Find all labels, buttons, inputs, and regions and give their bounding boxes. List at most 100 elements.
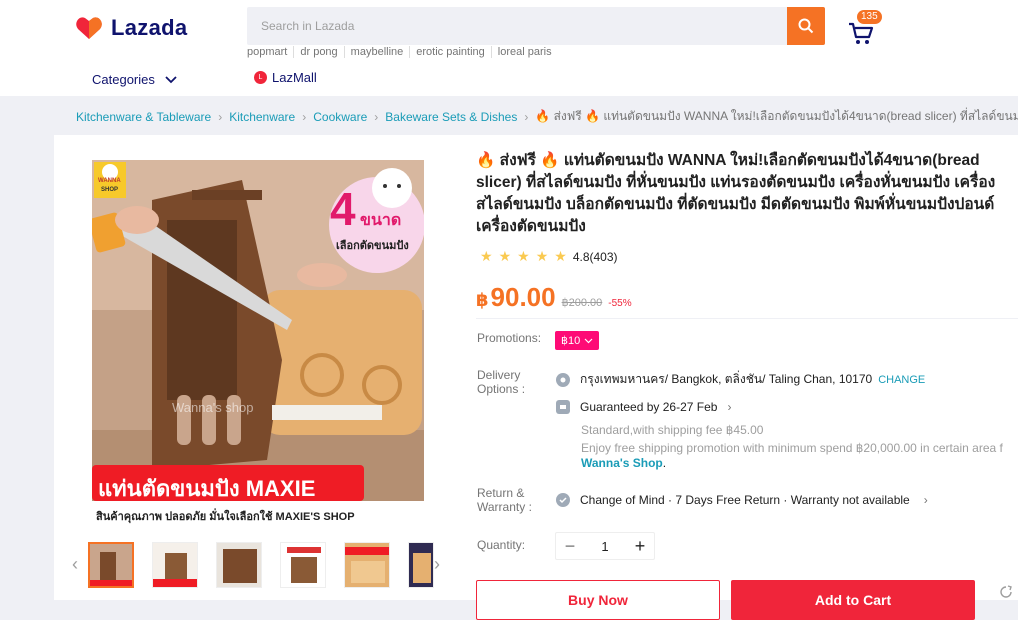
delivery-label-line1: Delivery bbox=[477, 368, 521, 382]
delivery-label: Delivery Options : bbox=[477, 368, 525, 396]
truck-icon bbox=[556, 400, 570, 414]
categories-menu[interactable]: Categories bbox=[92, 72, 177, 87]
breadcrumb-link[interactable]: Kitchenware & Tableware bbox=[76, 110, 211, 124]
star-icon: ★ bbox=[535, 248, 549, 264]
increase-quantity-button[interactable]: + bbox=[626, 536, 654, 557]
cart-count-badge: 135 bbox=[857, 10, 882, 24]
product-title: 🔥 ส่งฟรี 🔥 แท่นตัดขนมปัง WANNA ใหม่!เลือ… bbox=[476, 152, 996, 235]
rating-text: 4.8(403) bbox=[572, 249, 618, 264]
categories-label: Categories bbox=[92, 72, 155, 87]
rating[interactable]: ★ ★ ★ ★ ★ 4.8(403) bbox=[480, 248, 618, 265]
chevron-right-icon: › bbox=[218, 109, 223, 124]
discount-badge: -55% bbox=[608, 298, 632, 309]
image-caption: สินค้าคุณภาพ ปลอดภัย มั่นใจเลือกใช้ MAXI… bbox=[96, 511, 355, 523]
lazmall-icon: L bbox=[254, 71, 267, 84]
lazada-logo-text: Lazada bbox=[111, 15, 188, 40]
original-price: ฿200.00 bbox=[561, 297, 603, 309]
divider bbox=[476, 318, 1018, 319]
promotions-label: Promotions: bbox=[477, 331, 542, 345]
guaranteed-text: Guaranteed by 26-27 Feb bbox=[580, 400, 718, 414]
sizes-number: 4 bbox=[330, 183, 356, 235]
search-icon bbox=[798, 18, 814, 34]
breadcrumb-link[interactable]: Bakeware Sets & Dishes bbox=[385, 110, 517, 124]
chevron-right-icon: › bbox=[302, 109, 307, 124]
thumbnail[interactable] bbox=[216, 542, 262, 588]
cart-button[interactable]: 135 bbox=[846, 10, 882, 46]
chevron-down-icon bbox=[584, 338, 593, 343]
free-shipping-text: Enjoy free shipping promotion with minim… bbox=[581, 441, 1003, 455]
standard-shipping-text: Standard,with shipping fee ฿45.00 bbox=[581, 423, 764, 437]
lazmall-label: LazMall bbox=[272, 70, 317, 85]
buy-now-button[interactable]: Buy Now bbox=[476, 580, 720, 620]
change-location-link[interactable]: CHANGE bbox=[878, 374, 925, 386]
suggestion-link[interactable]: erotic painting bbox=[409, 46, 491, 58]
suggestion-link[interactable]: dr pong bbox=[293, 46, 343, 58]
currency-symbol: ฿ bbox=[476, 290, 489, 310]
suggestion-link[interactable]: maybelline bbox=[343, 46, 410, 58]
price: ฿90.00 bbox=[476, 282, 556, 313]
voucher-badge[interactable]: ฿10 bbox=[555, 331, 600, 350]
top-header: Lazada popmart dr pong maybelline erotic… bbox=[0, 0, 1018, 96]
lazada-heart-icon bbox=[75, 14, 103, 42]
star-icon: ★ bbox=[480, 248, 493, 264]
add-to-cart-button[interactable]: Add to Cart bbox=[731, 580, 975, 620]
location-text: กรุงเทพมหานคร/ Bangkok, ตลิ่งชัน/ Taling… bbox=[580, 372, 873, 386]
thumbnail[interactable] bbox=[344, 542, 390, 588]
breadcrumb-link[interactable]: Cookware bbox=[313, 110, 367, 124]
delivery-guarantee[interactable]: Guaranteed by 26-27 Feb › bbox=[556, 400, 731, 414]
quantity-label: Quantity: bbox=[477, 538, 526, 552]
return-warranty-info[interactable]: Change of Mind · 7 Days Free Return · Wa… bbox=[556, 493, 928, 507]
thumbnail[interactable] bbox=[408, 542, 434, 588]
lazada-logo[interactable]: Lazada bbox=[75, 14, 187, 42]
chevron-right-icon: › bbox=[374, 109, 379, 124]
shield-check-icon bbox=[556, 493, 570, 507]
sizes-sub: เลือกตัดขนมปัง bbox=[336, 240, 409, 252]
breadcrumb-current: 🔥 ส่งฟรี 🔥 แท่นตัดขนมปัง WANNA ใหม่!เลือ… bbox=[535, 109, 1018, 123]
suggestion-link[interactable]: loreal paris bbox=[490, 46, 558, 58]
return-label-line1: Return & bbox=[477, 486, 525, 500]
star-icon: ★ bbox=[498, 248, 512, 264]
watermark: Wanna's shop bbox=[172, 400, 254, 415]
decrease-quantity-button[interactable]: − bbox=[556, 536, 584, 557]
chevron-right-icon: › bbox=[727, 400, 732, 414]
thumbnail-strip: ‹ › bbox=[70, 540, 450, 590]
search-box bbox=[247, 7, 825, 45]
delivery-label-line2: Options : bbox=[477, 382, 526, 396]
share-icon[interactable] bbox=[998, 584, 1014, 600]
breadcrumb-link[interactable]: Kitchenware bbox=[229, 110, 295, 124]
search-suggestions: popmart dr pong maybelline erotic painti… bbox=[247, 46, 558, 58]
search-input[interactable] bbox=[247, 7, 785, 45]
price-row: ฿90.00 ฿200.00 -55% bbox=[476, 282, 632, 313]
return-label-line2: Warranty : bbox=[477, 500, 532, 514]
chevron-right-icon: › bbox=[923, 493, 928, 507]
thumbnail[interactable] bbox=[152, 542, 198, 588]
lazmall-link[interactable]: L LazMall bbox=[254, 70, 317, 85]
thumbnail[interactable] bbox=[280, 542, 326, 588]
shop-line-suffix: . bbox=[662, 456, 667, 470]
price-value: 90.00 bbox=[490, 282, 556, 312]
delivery-location: กรุงเทพมหานคร/ Bangkok, ตลิ่งชัน/ Taling… bbox=[556, 370, 925, 389]
chevron-right-icon[interactable]: › bbox=[434, 554, 440, 575]
shop-badge-bottom: SHOP bbox=[101, 187, 119, 193]
search-button[interactable] bbox=[787, 7, 825, 45]
chevron-down-icon bbox=[165, 75, 177, 83]
star-icon: ★ bbox=[517, 248, 530, 264]
voucher-amount: ฿10 bbox=[561, 335, 581, 347]
location-pin-icon bbox=[556, 372, 570, 387]
image-banner: แท่นตัดขนมปัง MAXIE bbox=[98, 476, 316, 501]
suggestion-link[interactable]: popmart bbox=[247, 46, 293, 58]
shop-link[interactable]: Wanna's Shop bbox=[581, 456, 663, 470]
sizes-word: ขนาด bbox=[360, 212, 402, 229]
quantity-value[interactable]: 1 bbox=[601, 539, 608, 554]
return-warranty-label: Return & Warranty : bbox=[477, 486, 532, 514]
product-main-image[interactable]: WANNA SHOP 4 ขนาด เลือกตัดขนมปัง Wanna's… bbox=[92, 160, 424, 526]
thumbnail[interactable] bbox=[88, 542, 134, 588]
return-warranty-text: Change of Mind · 7 Days Free Return · Wa… bbox=[580, 493, 910, 507]
breadcrumb: Kitchenware & Tableware › Kitchenware › … bbox=[76, 107, 1018, 126]
star-icon: ★ bbox=[554, 248, 567, 264]
chevron-left-icon[interactable]: ‹ bbox=[72, 554, 78, 575]
chevron-right-icon: › bbox=[524, 109, 529, 124]
shop-badge-top: WANNA bbox=[98, 178, 121, 184]
quantity-stepper: − 1 + bbox=[555, 532, 655, 560]
shop-line: Wanna's Shop. bbox=[581, 456, 666, 470]
